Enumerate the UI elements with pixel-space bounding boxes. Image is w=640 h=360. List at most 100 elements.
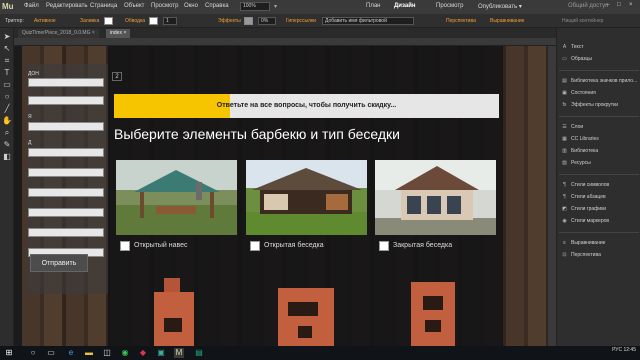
panel-assets[interactable]: ▧ Ресурсы [561, 158, 639, 169]
graphic-styles-icon: ◩ [562, 206, 567, 212]
open-canopy-checkbox[interactable] [120, 241, 130, 251]
select-tool-icon[interactable]: ➤ [2, 32, 12, 42]
muse-app-icon[interactable]: M [174, 348, 184, 358]
form-field[interactable] [28, 188, 104, 197]
panel-text[interactable]: A Текст [561, 42, 639, 53]
direct-select-tool-icon[interactable]: ↖ [2, 44, 12, 54]
close-icon[interactable]: × [629, 2, 633, 8]
search-icon[interactable]: ○ [28, 348, 38, 358]
clock[interactable]: 12:45 [623, 347, 636, 353]
form-field[interactable] [28, 148, 104, 157]
menu-file[interactable]: Файл [24, 3, 39, 9]
form-field[interactable] [28, 78, 104, 87]
card-label: Закрытая беседка [393, 242, 453, 249]
app-icon[interactable]: ◆ [138, 348, 148, 358]
perspective-label[interactable]: Перспектива [446, 18, 476, 24]
panel-label: Выравнивание [571, 240, 606, 246]
mode-preview[interactable]: Просмотр [436, 3, 463, 9]
panel-paragraph-styles[interactable]: ¶ Стили абзацев [561, 192, 639, 203]
panel-bullet-styles[interactable]: ◉ Стили маркеров [561, 216, 639, 227]
menu-page[interactable]: Страница [90, 3, 117, 9]
send-button[interactable]: Отправить [30, 254, 88, 272]
windows-start-icon[interactable]: ⊞ [4, 348, 14, 358]
panel-app-icon-library[interactable]: ▤ Библиотека значков прило... [561, 76, 639, 87]
form-field[interactable] [28, 96, 104, 105]
chrome-icon[interactable]: ◉ [120, 348, 130, 358]
quiz-heading: Выберите элементы барбекю и тип беседки [114, 126, 400, 142]
closed-gazebo-checkbox[interactable] [379, 241, 389, 251]
system-tray[interactable]: РУС 12:45 [612, 347, 636, 353]
container-label: Нищий контейнер [562, 18, 604, 24]
stroke-swatch[interactable] [149, 17, 158, 25]
swatches-icon: ▭ [562, 56, 567, 62]
panel-align[interactable]: ≡ Выравнивание [561, 238, 639, 249]
trigger-value[interactable]: Активное [34, 18, 56, 24]
open-gazebo-checkbox[interactable] [250, 241, 260, 251]
minimize-icon[interactable]: – [606, 2, 609, 8]
panel-layers[interactable]: ☰ Слои [561, 122, 639, 133]
panel-swatches[interactable]: ▭ Образцы [561, 54, 639, 65]
form-field[interactable] [28, 208, 104, 217]
tab-quiz-file[interactable]: QuizTimerPiece_2018_0.0.MG × [18, 29, 99, 38]
panel-label: Стили графики [571, 206, 607, 212]
crop-tool-icon[interactable]: ⌗ [2, 56, 12, 66]
maximize-icon[interactable]: □ [617, 2, 621, 8]
fill-label[interactable]: Заливка [80, 18, 99, 24]
tab-index[interactable]: index × [106, 29, 131, 38]
opacity-field[interactable]: 0% [258, 17, 276, 25]
panel-label: Стили символов [571, 182, 610, 188]
panel-character-styles[interactable]: ¶ Стили символов [561, 180, 639, 191]
rectangle-tool-icon[interactable]: ▭ [2, 80, 12, 90]
menu-help[interactable]: Справка [205, 3, 229, 9]
panel-perspective[interactable]: ⊡ Перспектива [561, 250, 639, 261]
file-explorer-icon[interactable]: ▬ [84, 348, 94, 358]
zoom-dropdown-icon[interactable]: ▾ [274, 3, 277, 10]
form-field[interactable] [28, 228, 104, 237]
layers-icon: ☰ [562, 124, 567, 130]
bbq-option-image[interactable] [375, 268, 496, 346]
stroke-width-field[interactable]: 1 [163, 17, 177, 25]
edge-browser-icon[interactable]: e [66, 348, 76, 358]
bbq-option-image[interactable] [246, 268, 367, 346]
form-field[interactable] [28, 122, 104, 131]
mode-plan[interactable]: План [366, 3, 380, 9]
app-icon[interactable]: ▤ [194, 348, 204, 358]
design-canvas[interactable]: ДОН Я Д Отправить 2 Ответьте на все вопр… [22, 46, 548, 346]
hand-tool-icon[interactable]: ✋ [2, 116, 12, 126]
app-icon[interactable]: ▣ [156, 348, 166, 358]
mode-design[interactable]: Дизайн [394, 3, 416, 9]
menu-view[interactable]: Просмотр [151, 3, 178, 9]
effects-swatch[interactable] [244, 17, 253, 25]
eyedropper-tool-icon[interactable]: ✎ [2, 140, 12, 150]
add-name-field[interactable]: Добавить имя фильтровой [322, 17, 414, 25]
text-tool-icon[interactable]: T [2, 68, 12, 78]
color-swap-icon[interactable]: ◧ [2, 152, 12, 162]
panel-graphic-styles[interactable]: ◩ Стили графики [561, 204, 639, 215]
effects-label[interactable]: Эффекты [218, 18, 241, 24]
task-view-icon[interactable]: ▭ [46, 348, 56, 358]
menu-object[interactable]: Объект [124, 3, 144, 9]
line-tool-icon[interactable]: ╱ [2, 104, 12, 114]
language-indicator[interactable]: РУС [612, 347, 622, 353]
share-button[interactable]: Общий доступ [568, 3, 608, 9]
menu-bar: Mu Файл Редактировать Страница Объект Пр… [0, 0, 640, 14]
horizontal-ruler [14, 38, 556, 46]
panel-library[interactable]: ▥ Библиотека [561, 146, 639, 157]
hyperlinks-label[interactable]: Гиперссылки [286, 18, 316, 24]
ellipse-tool-icon[interactable]: ○ [2, 92, 12, 102]
publish-button[interactable]: Опубликовать ▾ [478, 3, 522, 10]
store-icon[interactable]: ◫ [102, 348, 112, 358]
stroke-label[interactable]: Обводка [125, 18, 145, 24]
form-field[interactable] [28, 168, 104, 177]
fill-swatch[interactable] [104, 17, 113, 25]
vertical-scrollbar[interactable] [548, 46, 556, 346]
zoom-tool-icon[interactable]: ⌕ [2, 128, 12, 138]
panel-states[interactable]: ▣ Состояния [561, 88, 639, 99]
zoom-field[interactable]: 100% [240, 2, 270, 11]
panel-scroll-effects[interactable]: fx Эффекты прокрутки [561, 100, 639, 111]
menu-window[interactable]: Окно [184, 3, 198, 9]
menu-edit[interactable]: Редактировать [46, 3, 87, 9]
bbq-option-image[interactable] [116, 268, 237, 346]
panel-cc-libraries[interactable]: ▦ CC Libraries [561, 134, 639, 145]
align-label[interactable]: Выравнивание [490, 18, 524, 24]
